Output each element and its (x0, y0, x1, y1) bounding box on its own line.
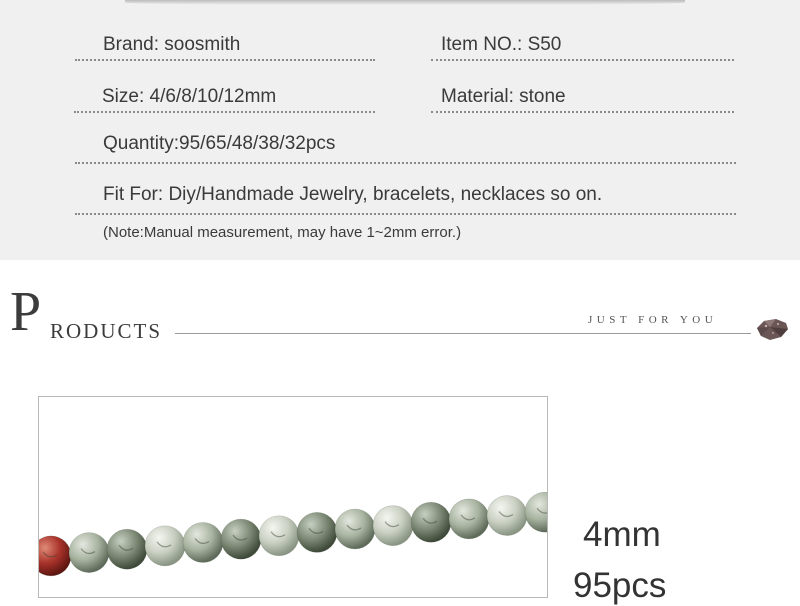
spec-row-material: Material: stone (431, 84, 734, 113)
top-shadow-divider (125, 0, 685, 5)
brand-text: Brand: soosmith (103, 34, 241, 55)
dotted-separator (74, 111, 375, 113)
bead (106, 528, 148, 570)
bead-strand-image (39, 491, 547, 577)
bead-size-label: 4mm (583, 515, 661, 554)
quantity-text: Quantity:95/65/48/38/32pcs (103, 133, 336, 154)
header-rule (175, 333, 751, 334)
bead (258, 515, 300, 557)
product-photo (38, 396, 548, 598)
fit-for-text: Fit For: Diy/Handmade Jewelry, bracelets… (103, 184, 603, 205)
spec-row-size: Size: 4/6/8/10/12mm (74, 84, 375, 113)
bead-quantity-label: 95pcs (573, 566, 667, 605)
spec-row-brand: Brand: soosmith (75, 32, 375, 61)
spec-row-fit-for: Fit For: Diy/Handmade Jewelry, bracelets… (75, 183, 736, 215)
material-text: Material: stone (441, 86, 566, 107)
bead (486, 495, 528, 536)
bead (334, 508, 376, 550)
dotted-separator (431, 59, 734, 61)
gem-stone-icon (757, 319, 788, 340)
size-text: Size: 4/6/8/10/12mm (102, 86, 277, 107)
products-title-initial: P (10, 281, 42, 343)
bead (68, 532, 110, 573)
dotted-separator (75, 59, 375, 61)
bead (296, 512, 338, 553)
dotted-separator (75, 162, 736, 164)
bead (144, 525, 186, 567)
bead (182, 522, 224, 563)
products-title-rest: RODUCTS (50, 319, 163, 343)
tagline: JUST FOR YOU (588, 314, 718, 326)
bead (410, 501, 452, 543)
measurement-note: (Note:Manual measurement, may have 1~2mm… (103, 224, 462, 241)
bead (524, 491, 547, 533)
bead (220, 518, 262, 560)
dotted-separator (75, 213, 736, 215)
dotted-separator (431, 111, 734, 113)
spec-row-item-no: Item NO.: S50 (431, 32, 734, 61)
bead (448, 498, 490, 540)
bead (372, 505, 414, 546)
spec-row-quantity: Quantity:95/65/48/38/32pcs (75, 132, 736, 164)
item-no-text: Item NO.: S50 (441, 34, 562, 55)
spec-panel: Brand: soosmith Item NO.: S50 Size: 4/6/… (0, 0, 800, 260)
